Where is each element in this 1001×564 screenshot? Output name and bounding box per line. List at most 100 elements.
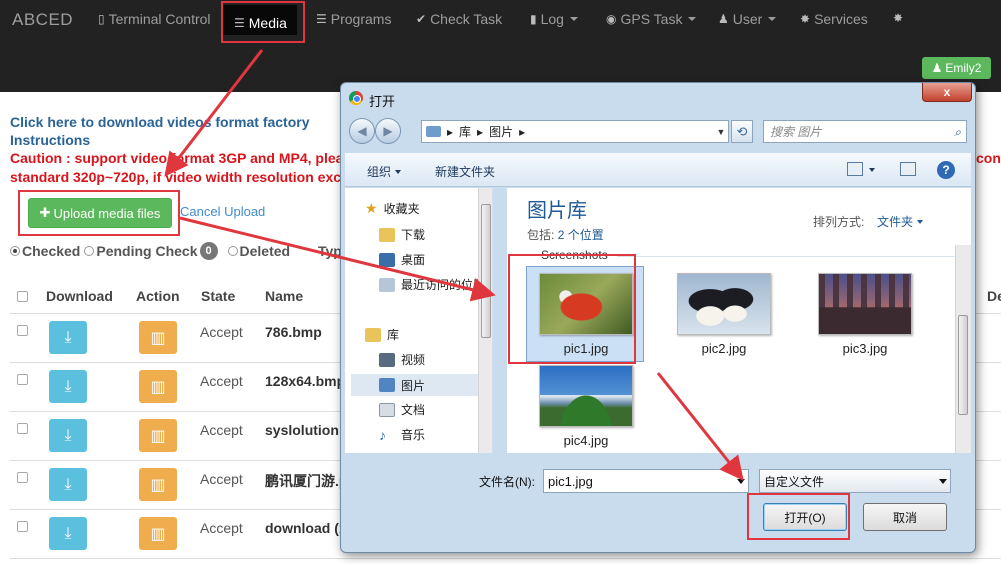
- upload-media-button[interactable]: ✚ Upload media files: [28, 198, 172, 228]
- trash-icon: ▥: [150, 329, 166, 347]
- organize-menu[interactable]: 组织: [367, 163, 402, 180]
- sort-by-dropdown[interactable]: 文件夹: [877, 213, 924, 230]
- column-header-name[interactable]: Name: [265, 288, 303, 304]
- download-button[interactable]: ⤓: [49, 468, 87, 501]
- scrollbar-thumb[interactable]: [481, 204, 491, 338]
- filter-label: Checked: [22, 243, 81, 259]
- breadcrumb-library[interactable]: 库: [459, 123, 471, 140]
- row-checkbox[interactable]: [17, 325, 28, 336]
- row-checkbox[interactable]: [17, 423, 28, 434]
- preview-pane-icon[interactable]: [900, 162, 916, 176]
- file-tile-pic4[interactable]: pic4.jpg: [526, 358, 644, 454]
- scrollbar-thumb[interactable]: [958, 315, 968, 415]
- file-name: pic3.jpg: [842, 341, 888, 356]
- row-checkbox[interactable]: [17, 472, 28, 483]
- view-dropdown-icon[interactable]: [869, 168, 875, 172]
- search-icon: ⌕: [954, 125, 961, 139]
- nav-terminal-control[interactable]: ▯ Terminal Control: [98, 11, 211, 27]
- tree-item-downloads[interactable]: 下载: [379, 226, 425, 243]
- row-checkbox[interactable]: [17, 374, 28, 385]
- nav-check-task[interactable]: ✔ Check Task: [416, 11, 502, 27]
- new-folder-button[interactable]: 新建文件夹: [435, 163, 495, 180]
- delete-button[interactable]: ▥: [139, 517, 177, 550]
- download-button[interactable]: ⤓: [49, 321, 87, 354]
- instructions-link[interactable]: Instructions: [10, 132, 90, 148]
- nav-gps-task[interactable]: ◉ GPS Task: [606, 11, 697, 27]
- download-button[interactable]: ⤓: [49, 419, 87, 452]
- delete-button[interactable]: ▥: [139, 321, 177, 354]
- library-icon: [365, 327, 381, 342]
- refresh-button[interactable]: ⟲: [731, 120, 753, 143]
- tree-item-favorites[interactable]: ★ 收藏夹: [365, 200, 420, 217]
- download-icon: ⤓: [64, 328, 72, 346]
- file-tile-pic1[interactable]: pic1.jpg: [526, 266, 644, 362]
- back-button[interactable]: ◀: [349, 118, 375, 144]
- tree-label: 库: [387, 328, 400, 342]
- plus-icon: ✚: [39, 205, 51, 220]
- tree-item-pictures[interactable]: 图片: [351, 374, 491, 396]
- tree-item-documents[interactable]: 文档: [379, 401, 425, 418]
- nav-user[interactable]: ♟ User: [718, 11, 777, 27]
- tree-item-libraries[interactable]: 库: [365, 326, 399, 343]
- forward-button[interactable]: ▶: [375, 118, 401, 144]
- radio-checked[interactable]: [10, 246, 20, 256]
- filename-input[interactable]: pic1.jpg: [543, 469, 749, 493]
- name-cell: syslolution (: [265, 422, 348, 438]
- radio-deleted[interactable]: [227, 246, 238, 256]
- music-library-icon: ♪: [379, 426, 386, 443]
- file-tile-pic2[interactable]: pic2.jpg: [664, 266, 782, 362]
- file-tile-pic3[interactable]: pic3.jpg: [805, 266, 923, 362]
- column-header-download[interactable]: Download: [46, 288, 113, 304]
- download-format-factory-link[interactable]: Click here to download videos format fac…: [10, 114, 310, 130]
- nav-label: Terminal Control: [108, 11, 211, 27]
- includes-label: 包括:: [527, 228, 555, 242]
- column-header-de[interactable]: De: [987, 288, 1001, 304]
- download-button[interactable]: ⤓: [49, 370, 87, 403]
- includes-locations-link[interactable]: 2 个位置: [558, 228, 604, 242]
- address-dropdown-icon[interactable]: ▼: [713, 120, 729, 143]
- cancel-button[interactable]: 取消: [863, 503, 947, 531]
- navigation-scrollbar[interactable]: [478, 188, 492, 453]
- dropdown-arrow-icon: [939, 479, 947, 484]
- nav-programs[interactable]: ☰ Programs: [316, 11, 391, 27]
- close-button[interactable]: x: [922, 83, 972, 102]
- file-list-scrollbar[interactable]: [955, 245, 971, 453]
- column-header-action[interactable]: Action: [136, 288, 180, 304]
- delete-button[interactable]: ▥: [139, 419, 177, 452]
- dropdown-arrow-icon[interactable]: [737, 479, 745, 484]
- file-name: pic1.jpg: [563, 341, 609, 356]
- user-badge[interactable]: ♟ Emily2: [922, 57, 991, 79]
- brand-logo[interactable]: ABCED: [12, 10, 73, 30]
- search-input[interactable]: 搜索 图片 ⌕: [763, 120, 967, 143]
- delete-button[interactable]: ▥: [139, 370, 177, 403]
- address-bar[interactable]: ▸ 库 ▸ 图片 ▸: [421, 120, 729, 143]
- filter-label: Deleted: [239, 243, 291, 259]
- radio-pending-check[interactable]: [84, 246, 95, 256]
- group-header[interactable]: Screenshots: [541, 248, 608, 262]
- help-icon[interactable]: ?: [937, 161, 955, 179]
- download-icon: ⤓: [64, 524, 72, 542]
- cancel-upload-link[interactable]: Cancel Upload: [180, 204, 265, 219]
- nav-media[interactable]: ☰ Media: [222, 5, 297, 35]
- open-button[interactable]: 打开(O): [763, 503, 847, 531]
- tree-item-recent-places[interactable]: 最近访问的位置: [379, 276, 485, 293]
- filename-label: 文件名(N):: [479, 475, 535, 489]
- nav-log[interactable]: ▮ Log: [530, 11, 578, 27]
- tree-item-videos[interactable]: 视频: [379, 351, 425, 368]
- delete-button[interactable]: ▥: [139, 468, 177, 501]
- recent-places-icon: [379, 277, 395, 292]
- nav-services[interactable]: ✸ Services: [800, 11, 868, 27]
- tree-item-music[interactable]: ♪ 音乐: [379, 426, 425, 443]
- file-type-select[interactable]: 自定义文件: [759, 469, 951, 493]
- column-header-state[interactable]: State: [201, 288, 235, 304]
- group-divider: [617, 256, 967, 257]
- file-list-pane: 图片库 包括: 2 个位置 排列方式: 文件夹 Screenshots pic1…: [507, 188, 971, 453]
- gear-icon: ✸: [800, 12, 811, 26]
- breadcrumb-pictures[interactable]: 图片: [489, 123, 513, 140]
- download-button[interactable]: ⤓: [49, 517, 87, 550]
- select-all-checkbox[interactable]: [17, 291, 28, 302]
- nav-settings[interactable]: ✸: [893, 11, 903, 25]
- view-options-icon[interactable]: [847, 162, 863, 176]
- tree-item-desktop[interactable]: 桌面: [379, 251, 425, 268]
- row-checkbox[interactable]: [17, 521, 28, 532]
